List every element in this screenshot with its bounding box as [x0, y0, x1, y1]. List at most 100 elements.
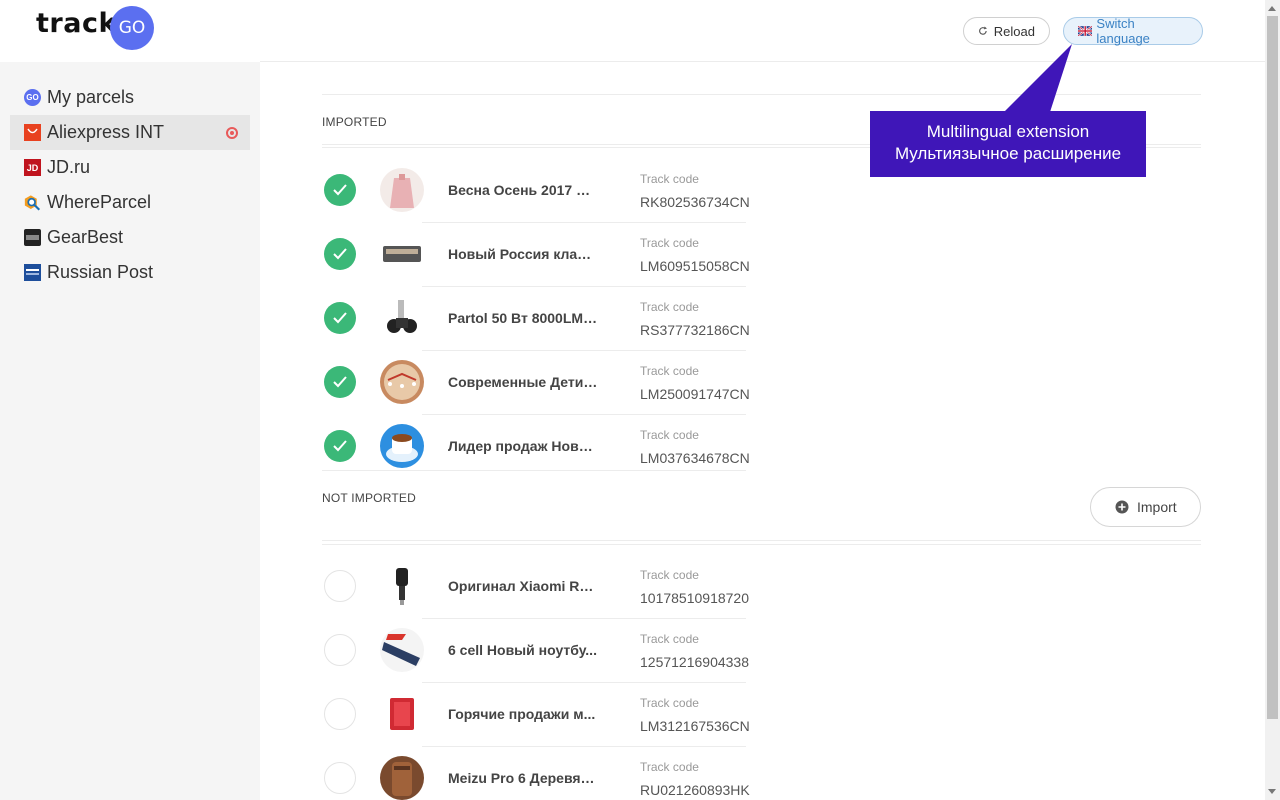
- track-code-label: Track code: [640, 760, 699, 774]
- russian-post-icon: [24, 264, 41, 281]
- parcel-row[interactable]: Meizu Pro 6 Деревян... Track code RU0212…: [322, 746, 750, 800]
- parcel-row[interactable]: Современные Дети ... Track code LM250091…: [322, 350, 750, 414]
- sidebar-item-label: Russian Post: [47, 262, 154, 282]
- track-code-value: 12571216904338: [640, 654, 750, 670]
- sidebar-item-label: JD.ru: [47, 157, 91, 177]
- parcel-title: Горячие продажи м...: [448, 706, 596, 722]
- jd-icon: JD: [24, 159, 41, 176]
- product-thumbnail: [380, 564, 424, 608]
- product-thumbnail: [380, 360, 424, 404]
- product-thumbnail: [380, 296, 424, 340]
- row-divider: [422, 682, 746, 683]
- row-divider: [422, 618, 746, 619]
- sidebar-nav: GO My parcels Aliexpress INT JD JD.ru Wh…: [10, 80, 250, 290]
- row-divider: [422, 746, 746, 747]
- product-thumbnail: [380, 232, 424, 276]
- parcel-row[interactable]: Partol 50 Вт 8000LM ... Track code RS377…: [322, 286, 750, 350]
- imported-check-icon: [324, 430, 356, 462]
- imported-check-icon: [324, 174, 356, 206]
- sidebar-item-label: GearBest: [47, 227, 124, 247]
- sidebar-item-jd[interactable]: JD JD.ru: [10, 150, 250, 185]
- track-code-value: 10178510918720: [640, 590, 750, 606]
- sidebar-item-label: WhereParcel: [47, 192, 152, 212]
- track-code-value: RU021260893HK: [640, 782, 750, 798]
- divider: [322, 94, 1201, 95]
- track-code-label: Track code: [640, 364, 699, 378]
- track-code-value: RK802536734CN: [640, 194, 750, 210]
- track-code-value: LM250091747CN: [640, 386, 750, 402]
- product-thumbnail: [380, 628, 424, 672]
- imported-check-icon: [324, 238, 356, 270]
- multilingual-callout: Multilingual extension Мультиязычное рас…: [870, 111, 1146, 177]
- scroll-up-arrow-icon[interactable]: [1268, 6, 1276, 11]
- plus-circle-icon: [1115, 500, 1129, 514]
- callout-line-2: Мультиязычное расширение: [894, 144, 1122, 163]
- reload-button[interactable]: Reload: [963, 17, 1050, 45]
- select-checkbox[interactable]: [324, 570, 356, 602]
- parcel-title: Новый Россия клави...: [448, 246, 598, 262]
- parcel-row[interactable]: Новый Россия клави... Track code LM60951…: [322, 222, 750, 286]
- parcel-title: Partol 50 Вт 8000LM ...: [448, 310, 598, 326]
- scrollbar-thumb[interactable]: [1267, 16, 1278, 719]
- sidebar-item-label: Aliexpress INT: [47, 122, 165, 142]
- imported-check-icon: [324, 302, 356, 334]
- callout-line-1: Multilingual extension: [926, 122, 1090, 141]
- track-code-value: RS377732186CN: [640, 322, 750, 338]
- import-label: Import: [1137, 499, 1177, 515]
- select-checkbox[interactable]: [324, 634, 356, 666]
- sidebar-item-label: My parcels: [47, 87, 135, 107]
- parcel-row[interactable]: 6 cell Новый ноутбу... Track code 125712…: [322, 618, 750, 682]
- switch-language-label: Switch language: [1096, 16, 1150, 46]
- parcel-row[interactable]: Весна Осень 2017 Ж... Track code RK80253…: [322, 158, 750, 222]
- logo-pin-icon: GO: [110, 6, 154, 50]
- divider: [322, 544, 1201, 545]
- gearbest-icon: [24, 229, 41, 246]
- track-code-label: Track code: [640, 172, 699, 186]
- track-code-label: Track code: [640, 300, 699, 314]
- parcel-title: Meizu Pro 6 Деревян...: [448, 770, 598, 786]
- reload-label: Reload: [993, 23, 1035, 39]
- logo-text: track: [36, 8, 117, 39]
- product-thumbnail: [380, 692, 424, 736]
- vertical-scrollbar[interactable]: [1265, 0, 1280, 800]
- sidebar-item-russian-post[interactable]: Russian Post: [10, 255, 250, 290]
- product-thumbnail: [380, 424, 424, 468]
- active-indicator-icon: [226, 127, 238, 139]
- track-code-value: LM037634678CN: [640, 450, 750, 466]
- sidebar-item-my-parcels[interactable]: GO My parcels: [10, 80, 250, 115]
- aliexpress-icon: [24, 124, 41, 141]
- import-button[interactable]: Import: [1090, 487, 1201, 527]
- not-imported-section-title: NOT IMPORTED: [322, 491, 416, 505]
- imported-section-title: IMPORTED: [322, 115, 387, 129]
- trackgo-pin-icon: GO: [24, 89, 41, 106]
- select-checkbox[interactable]: [324, 698, 356, 730]
- parcel-title: 6 cell Новый ноутбу...: [448, 642, 597, 658]
- parcel-title: Лидер продаж Новы...: [448, 438, 598, 454]
- track-code-value: LM312167536CN: [640, 718, 750, 734]
- whereparcel-icon: [24, 194, 41, 211]
- product-thumbnail: [380, 756, 424, 800]
- row-divider: [422, 222, 746, 223]
- reload-icon: [979, 26, 987, 35]
- parcel-title: Современные Дети ...: [448, 374, 598, 390]
- track-code-label: Track code: [640, 632, 699, 646]
- sidebar: track GO GO My parcels Aliexpress INT JD…: [0, 0, 260, 800]
- app-logo[interactable]: track GO: [0, 0, 260, 62]
- sidebar-item-gearbest[interactable]: GearBest: [10, 220, 250, 255]
- track-code-label: Track code: [640, 236, 699, 250]
- switch-language-button[interactable]: Switch language: [1063, 16, 1203, 46]
- sidebar-item-whereparcel[interactable]: WhereParcel: [10, 185, 250, 220]
- select-checkbox[interactable]: [324, 762, 356, 794]
- parcel-row[interactable]: Оригинал Xiaomi RO... Track code 1017851…: [322, 554, 750, 618]
- parcel-row[interactable]: Горячие продажи м... Track code LM312167…: [322, 682, 750, 746]
- row-divider: [422, 350, 746, 351]
- divider: [322, 540, 1201, 541]
- sidebar-item-aliexpress[interactable]: Aliexpress INT: [10, 115, 250, 150]
- parcel-row[interactable]: Лидер продаж Новы... Track code LM037634…: [322, 414, 750, 478]
- imported-check-icon: [324, 366, 356, 398]
- scroll-down-arrow-icon[interactable]: [1268, 789, 1276, 794]
- product-thumbnail: [380, 168, 424, 212]
- parcel-title: Весна Осень 2017 Ж...: [448, 182, 598, 198]
- track-code-label: Track code: [640, 696, 699, 710]
- parcel-title: Оригинал Xiaomi RO...: [448, 578, 598, 594]
